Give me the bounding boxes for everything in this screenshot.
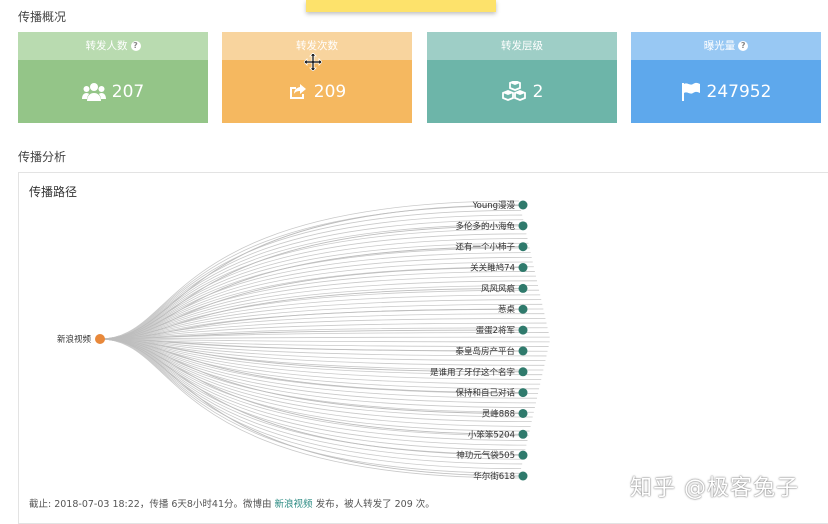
leaf-node[interactable] [518,471,528,481]
leaf-node[interactable] [518,325,528,335]
leaf-label: 灵峰888 [482,408,515,419]
publisher-link[interactable]: 新浪视频 [275,499,313,510]
card-exposure: 曝光量? 247952 [631,32,821,123]
card-forward-levels: 转发层级 2 [427,32,617,123]
card-body: 2 [427,60,617,123]
card-head: 转发人数? [18,32,208,60]
card-body: 207 [18,60,208,123]
footer-summary: 截止: 2018-07-03 18:22，传播 6天8小时41分。微博由 新浪视… [29,496,435,510]
card-label: 转发人数 [85,40,128,52]
sticky-note [306,0,496,12]
leaf-node[interactable] [518,367,528,377]
footer-suffix: 发布，被人转发了 209 次。 [312,499,435,510]
footer-prefix: 截止: 2018-07-03 18:22，传播 6天8小时41分。微博由 [29,499,275,510]
help-icon[interactable]: ? [738,41,749,51]
leaf-node[interactable] [518,388,528,398]
edge-line [99,338,523,465]
root-label: 新浪视频 [57,334,92,345]
share-icon [289,83,306,99]
cubes-icon [501,80,526,101]
card-value: 2 [532,81,544,102]
leaf-node[interactable] [518,283,528,293]
leaf-node[interactable] [518,429,528,439]
users-icon [81,82,106,101]
leaf-node[interactable] [518,200,528,210]
leaf-label: Young漫漫 [472,200,516,211]
help-icon[interactable]: ? [130,41,141,51]
leaf-label: 华尔街618 [473,471,515,482]
leaf-label: 神功元气袋505 [456,450,515,461]
leaf-label: 关关雎鸠74 [470,263,515,274]
watermark: 知乎 @极客兔子 [630,476,799,501]
leaf-label: 小笨笨5204 [468,429,515,440]
leaf-label: 保持和自己对话 [455,388,515,399]
leaf-node[interactable] [518,221,528,231]
card-forward-users: 转发人数? 207 [18,32,208,123]
root-node[interactable] [95,334,105,344]
card-value: 207 [111,81,145,102]
leaf-node[interactable] [518,346,528,356]
card-head: 曝光量? [631,32,821,60]
leaf-node[interactable] [518,450,528,460]
overview-section-title: 传播概况 [18,10,67,24]
card-body: 247952 [631,60,821,123]
leaf-label: 还有一个小柿子 [455,242,515,253]
card-label: 转发次数 [296,40,338,52]
leaf-label: 是谁用了牙仔这个名字 [430,367,515,378]
card-value: 247952 [706,81,772,102]
card-label: 转发层级 [501,40,543,52]
flag-icon [681,82,700,101]
leaf-node[interactable] [518,263,528,273]
move-cursor-icon [304,53,322,71]
analysis-section-title: 传播分析 [18,150,67,164]
leaf-node[interactable] [518,242,528,252]
leaf-label: 蛋蛋2将军 [476,325,515,336]
card-label: 曝光量 [703,40,736,52]
card-forward-count: 转发次数 209 [222,32,412,123]
leaf-label: 风风风痕 [481,283,516,294]
leaf-label: 秦皇岛房产平台 [455,346,515,357]
leaf-label: 多伦多的小海龟 [455,221,515,232]
leaf-node[interactable] [518,304,528,314]
card-value: 209 [313,81,347,102]
leaf-label: 葱桌 [498,304,516,315]
leaf-edge [99,246,524,340]
leaf-node[interactable] [518,408,528,418]
card-head: 转发层级 [427,32,617,60]
